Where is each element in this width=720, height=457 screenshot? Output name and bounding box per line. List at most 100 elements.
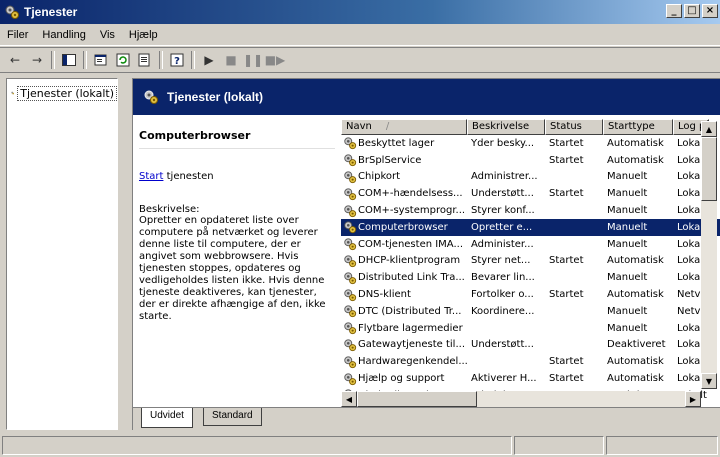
- table-row[interactable]: Distributed Link Tra... Bevarer lin... Man…: [341, 269, 720, 286]
- cell-description: Understøtt...: [471, 188, 534, 200]
- table-row[interactable]: COM+-systemprogr... Styrer konf... Manuelt…: [341, 202, 720, 219]
- tree-item-services-local[interactable]: Tjenester (lokalt): [7, 79, 117, 101]
- menu-view[interactable]: Vis: [93, 29, 122, 41]
- console-tree: Tjenester (lokalt): [6, 78, 118, 430]
- close-button[interactable]: ×: [702, 4, 718, 18]
- table-row[interactable]: Beskyttet lager Yder besky... Startet Autom…: [341, 135, 720, 152]
- column-header-name[interactable]: Navn /: [341, 119, 467, 135]
- tab-extended[interactable]: Udvidet: [141, 408, 193, 428]
- service-gear-icon: [344, 204, 357, 217]
- play-icon[interactable]: ▶: [198, 50, 220, 70]
- table-row[interactable]: Chipkort Administrer... Manuelt Lokal t: [341, 169, 720, 186]
- toolbar-separator: [83, 51, 87, 69]
- cell-status: Startet: [549, 188, 584, 200]
- table-row[interactable]: DHCP-klientprogram Styrer net... Startet Au…: [341, 253, 720, 270]
- table-row[interactable]: COM+-hændelsess... Understøtt... Startet Ma…: [341, 185, 720, 202]
- service-name: DNS-klient: [358, 289, 411, 301]
- table-row[interactable]: COM-tjenesten IMA... Administer... Manuelt…: [341, 236, 720, 253]
- services-gear-icon: [5, 5, 19, 19]
- column-header-starttype[interactable]: Starttype: [603, 119, 673, 135]
- cell-starttype: Automatisk: [607, 289, 664, 301]
- service-gear-icon: [344, 339, 357, 352]
- cell-name: COM-tjenesten IMA...: [341, 237, 467, 251]
- start-service-suffix: tjenesten: [163, 171, 214, 182]
- refresh-icon[interactable]: [112, 50, 134, 70]
- minimize-button[interactable]: _: [666, 4, 682, 18]
- scroll-down-button[interactable]: ▼: [701, 373, 717, 389]
- menu-action[interactable]: Handling: [35, 29, 92, 41]
- status-bar: [0, 434, 720, 457]
- cell-starttype: Manuelt: [607, 188, 648, 200]
- pane-title: Tjenester (lokalt): [167, 90, 264, 104]
- table-row[interactable]: Flytbare lagermedier Manuelt Lokalt: [341, 320, 720, 337]
- cell-starttype: Automatisk: [607, 373, 664, 385]
- properties-icon[interactable]: [90, 50, 112, 70]
- cell-starttype: Automatisk: [607, 154, 664, 166]
- cell-description: Yder besky...: [471, 137, 535, 149]
- scroll-up-button[interactable]: ▲: [701, 121, 717, 137]
- table-row[interactable]: Gatewaytjeneste til... Understøtt... Deakt…: [341, 337, 720, 354]
- cell-status: Startet: [549, 137, 584, 149]
- service-gear-icon: [344, 238, 357, 251]
- tab-standard[interactable]: Standard: [203, 408, 262, 426]
- table-row[interactable]: Hjælp og support Aktiverer H... Startet Aut…: [341, 370, 720, 387]
- cell-description: Styrer konf...: [471, 205, 535, 217]
- scroll-thumb[interactable]: [701, 137, 717, 201]
- cell-starttype: Automatisk: [607, 356, 664, 368]
- menu-file[interactable]: Filer: [0, 29, 35, 41]
- restart-icon[interactable]: ■▶: [264, 50, 286, 70]
- column-header-description[interactable]: Beskrivelse: [467, 119, 545, 135]
- table-row[interactable]: DNS-klient Fortolker o... Startet Automatis…: [341, 286, 720, 303]
- maximize-button[interactable]: □: [684, 4, 700, 18]
- cell-status: Startet: [549, 255, 584, 267]
- column-header-label: Navn: [346, 121, 372, 132]
- cell-name: DTC (Distributed Tr...: [341, 304, 467, 318]
- service-name: Hardwaregenkendel...: [358, 356, 467, 368]
- cell-description: Fortolker o...: [471, 289, 534, 301]
- vertical-scrollbar[interactable]: ▲ ▼: [701, 121, 717, 389]
- cell-starttype: Automatisk: [607, 255, 664, 267]
- back-arrow-icon[interactable]: ←: [4, 50, 26, 70]
- export-list-icon[interactable]: [134, 50, 156, 70]
- cell-name: Beskyttet lager: [341, 136, 467, 150]
- horizontal-scrollbar[interactable]: ◀ ▶: [341, 391, 701, 407]
- table-row[interactable]: DTC (Distributed Tr... Koordinere... Manue…: [341, 303, 720, 320]
- service-name: BrSplService: [358, 154, 422, 166]
- table-row[interactable]: Computerbrowser Opretter e... Manuelt Lokal…: [341, 218, 720, 236]
- show-tree-icon[interactable]: [58, 50, 80, 70]
- table-row[interactable]: BrSplService Startet Automatisk Lokalt: [341, 152, 720, 169]
- column-header-status[interactable]: Status: [545, 119, 603, 135]
- cell-name: Hardwaregenkendel...: [341, 355, 467, 369]
- cell-name: DHCP-klientprogram: [341, 254, 467, 268]
- cell-starttype: Manuelt: [607, 322, 648, 334]
- services-gear-icon: [11, 91, 15, 95]
- window-title: Tjenester: [24, 5, 78, 19]
- service-name: COM+-hændelsess...: [358, 188, 463, 200]
- status-panel: [514, 436, 604, 455]
- cell-name: COM+-systemprogr...: [341, 204, 467, 218]
- list-header: Navn / Beskrivelse Status Starttype Log p…: [341, 119, 720, 135]
- scroll-right-button[interactable]: ▶: [685, 391, 701, 407]
- service-gear-icon: [344, 154, 357, 167]
- cell-starttype: Manuelt: [607, 205, 648, 217]
- table-row[interactable]: Hardwaregenkendel... Startet Automatisk Lok…: [341, 353, 720, 370]
- cell-description: Styrer net...: [471, 255, 531, 267]
- scroll-thumb[interactable]: [357, 391, 477, 407]
- service-gear-icon: [344, 221, 357, 234]
- forward-arrow-icon[interactable]: →: [26, 50, 48, 70]
- menu-help[interactable]: Hjælp: [122, 29, 165, 41]
- service-gear-icon: [344, 188, 357, 200]
- cell-starttype: Manuelt: [607, 305, 648, 317]
- cell-description: Understøtt...: [471, 339, 534, 351]
- service-name: Distributed Link Tra...: [358, 272, 465, 284]
- start-service-link[interactable]: Start: [139, 171, 163, 182]
- toolbar: ← → ? ▶ ■ ❚❚ ■▶: [0, 47, 720, 73]
- cell-status: Startet: [549, 356, 584, 368]
- help-icon[interactable]: ?: [166, 50, 188, 70]
- service-gear-icon: [344, 322, 357, 335]
- toolbar-separator: [51, 51, 55, 69]
- stop-icon[interactable]: ■: [220, 50, 242, 70]
- scroll-left-button[interactable]: ◀: [341, 391, 357, 407]
- pause-icon[interactable]: ❚❚: [242, 50, 264, 70]
- cell-name: Distributed Link Tra...: [341, 271, 467, 285]
